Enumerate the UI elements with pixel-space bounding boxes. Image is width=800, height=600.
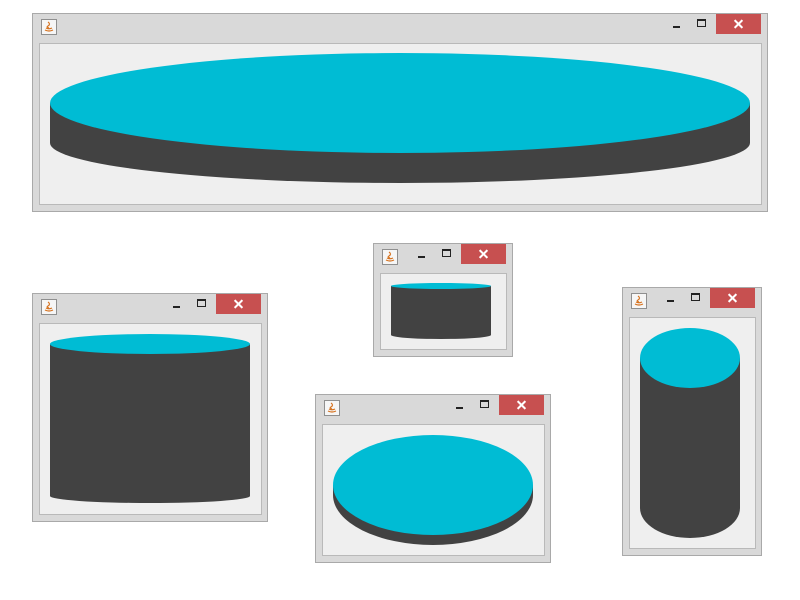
canvas-panel bbox=[629, 317, 756, 549]
canvas-panel bbox=[322, 424, 545, 556]
java-icon[interactable] bbox=[324, 400, 340, 416]
close-icon[interactable] bbox=[461, 244, 506, 264]
java-icon[interactable] bbox=[382, 249, 398, 265]
cylinder-shape bbox=[333, 435, 533, 545]
close-icon[interactable] bbox=[710, 288, 755, 308]
minimize-icon[interactable] bbox=[664, 14, 690, 34]
maximize-icon[interactable] bbox=[190, 294, 216, 314]
close-icon[interactable] bbox=[216, 294, 261, 314]
canvas-panel bbox=[39, 43, 762, 205]
close-icon[interactable] bbox=[499, 395, 544, 415]
cylinder-shape bbox=[50, 53, 750, 183]
title-bar[interactable] bbox=[33, 14, 767, 42]
canvas-panel bbox=[39, 323, 262, 515]
title-bar[interactable] bbox=[374, 244, 512, 272]
title-bar[interactable] bbox=[623, 288, 761, 316]
maximize-icon[interactable] bbox=[690, 14, 716, 34]
java-icon[interactable] bbox=[41, 299, 57, 315]
minimize-icon[interactable] bbox=[447, 395, 473, 415]
window-narrow[interactable] bbox=[622, 287, 762, 556]
minimize-icon[interactable] bbox=[164, 294, 190, 314]
cylinder-shape bbox=[391, 283, 491, 339]
title-bar[interactable] bbox=[33, 294, 267, 322]
cylinder-shape bbox=[640, 328, 740, 538]
close-icon[interactable] bbox=[716, 14, 761, 34]
window-small[interactable] bbox=[373, 243, 513, 357]
title-bar[interactable] bbox=[316, 395, 550, 423]
window-wide[interactable] bbox=[32, 13, 768, 212]
minimize-icon[interactable] bbox=[409, 244, 435, 264]
canvas-panel bbox=[380, 273, 507, 350]
java-icon[interactable] bbox=[41, 19, 57, 35]
maximize-icon[interactable] bbox=[473, 395, 499, 415]
window-square[interactable] bbox=[32, 293, 268, 522]
maximize-icon[interactable] bbox=[435, 244, 461, 264]
minimize-icon[interactable] bbox=[658, 288, 684, 308]
maximize-icon[interactable] bbox=[684, 288, 710, 308]
window-disc[interactable] bbox=[315, 394, 551, 563]
java-icon[interactable] bbox=[631, 293, 647, 309]
cylinder-shape bbox=[50, 334, 250, 503]
